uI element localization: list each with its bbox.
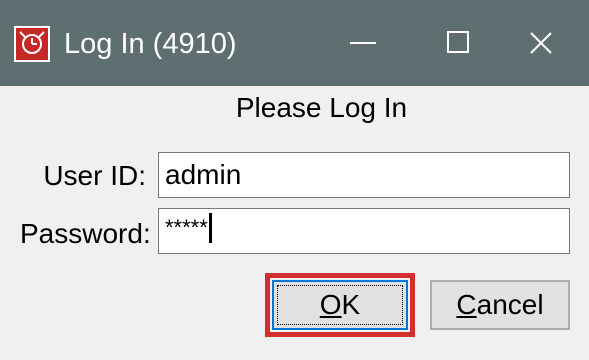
dialog-heading: Please Log In	[235, 92, 408, 123]
cancel-button[interactable]: Cancel	[430, 280, 570, 330]
ok-button[interactable]: OK	[272, 280, 408, 330]
password-input[interactable]: *****	[158, 208, 570, 254]
close-button[interactable]	[493, 0, 589, 86]
cancel-label-rest: ancel	[476, 289, 544, 320]
ok-label-rest: K	[341, 289, 361, 320]
ok-mnemonic: O	[319, 289, 342, 320]
user-id-label: User ID:	[43, 160, 146, 191]
maximize-icon	[447, 31, 469, 53]
dialog-body: Please Log In User ID: admin Password: *…	[0, 86, 589, 360]
cancel-mnemonic: C	[456, 289, 477, 320]
password-value: *****	[165, 215, 208, 240]
login-dialog: Log In (4910) Please Log In User ID: adm…	[0, 0, 589, 360]
password-value-wrap: *****	[165, 213, 212, 243]
minimize-button[interactable]	[315, 0, 411, 86]
user-id-value: admin	[165, 159, 242, 190]
minimize-icon	[350, 42, 376, 44]
app-clock-icon	[14, 26, 50, 62]
text-caret	[208, 213, 212, 243]
window-title: Log In (4910)	[64, 28, 237, 60]
close-icon	[530, 32, 552, 54]
password-label: Password:	[20, 218, 151, 249]
title-bar[interactable]: Log In (4910)	[0, 0, 589, 86]
user-id-input[interactable]: admin	[158, 152, 570, 198]
